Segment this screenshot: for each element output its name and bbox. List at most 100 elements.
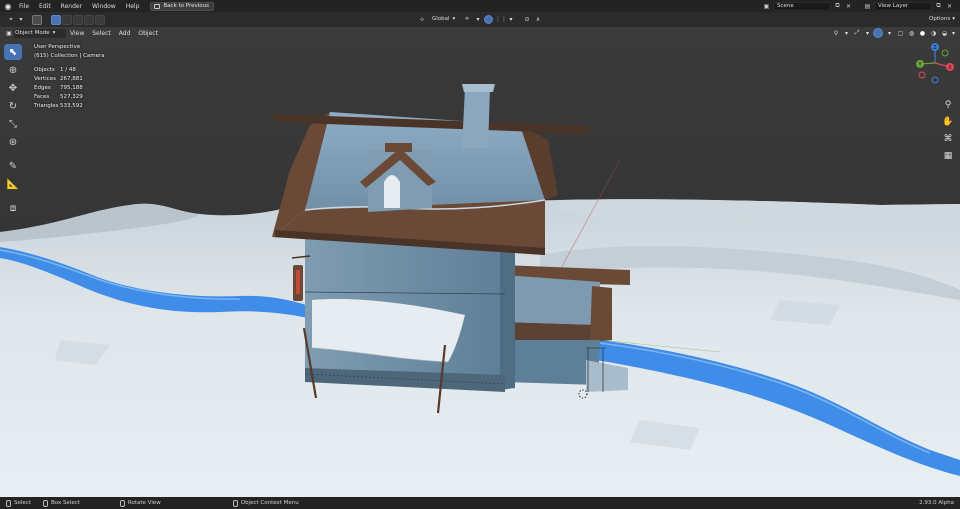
mode-difference-icon[interactable] <box>84 14 94 25</box>
collection-info: (615) Collection | Camera <box>34 53 105 59</box>
gizmo-icon[interactable]: ⤢ <box>852 28 862 38</box>
proportional-edit-icon[interactable]: ⊙ <box>523 14 531 24</box>
view-layer-icon[interactable]: ▤ <box>863 2 872 10</box>
editor-type-icon[interactable]: ⌖ <box>4 15 18 25</box>
mode-dropdown[interactable]: Object Mode ▾ <box>14 28 66 38</box>
navigation-buttons: ⚲ ✋ ⌘ ▦ <box>941 98 955 163</box>
menu-edit[interactable]: Edit <box>34 3 56 10</box>
add-cube-icon[interactable]: ⧈ <box>4 200 22 216</box>
scale-icon[interactable]: ⤡ <box>4 116 22 132</box>
annex-roof-edge <box>505 322 600 340</box>
menu-render[interactable]: Render <box>56 3 87 10</box>
grid-icon[interactable]: ▦ <box>941 149 955 163</box>
options-dropdown[interactable]: Options ▾ <box>926 14 956 23</box>
camera-icon[interactable]: ⌘ <box>941 132 955 146</box>
menu-window[interactable]: Window <box>87 3 121 10</box>
annex-roof-snow <box>505 275 600 325</box>
mouse-right-icon <box>232 499 238 507</box>
transform-icon[interactable]: ⊛ <box>4 134 22 150</box>
sign-emblem <box>296 270 300 294</box>
status-box-select-label: Box Select <box>50 500 80 506</box>
stat-label: Objects <box>34 67 55 73</box>
chevron-down-icon[interactable]: ▾ <box>844 28 849 38</box>
chimney <box>462 88 490 148</box>
measure-icon[interactable]: 📐 <box>4 176 22 192</box>
blender-logo-icon[interactable]: ◉ <box>2 0 14 12</box>
rendered-shading-icon[interactable]: ◒ <box>940 28 949 38</box>
overlays-icon[interactable] <box>873 28 883 38</box>
pivot-icon[interactable]: ⟡ <box>462 14 472 24</box>
stat-row: Faces 527,329 <box>34 93 105 102</box>
select-box-icon[interactable]: ⬉ <box>4 44 22 60</box>
menu-view[interactable]: View <box>66 30 88 37</box>
orientation-icon[interactable]: ⊹ <box>418 14 426 24</box>
options-area: Options ▾ <box>926 14 956 23</box>
view-layer-field[interactable]: View Layer <box>874 1 932 11</box>
navigation-gizmo[interactable]: Z X Y <box>912 40 958 86</box>
new-scene-icon[interactable]: ⧉ <box>833 2 842 10</box>
back-to-previous-button[interactable]: Back to Previous <box>150 1 215 11</box>
rotate-icon[interactable]: ↻ <box>4 98 22 114</box>
mode-extend-icon[interactable] <box>62 14 72 25</box>
visibility-icon[interactable]: ⚲ <box>831 28 841 38</box>
menu-file[interactable]: File <box>14 3 34 10</box>
viewport-display-controls: ⚲ ▾ ⤢ ▾ ▾ <box>831 28 892 38</box>
mouse-left-icon <box>6 499 11 507</box>
stat-value: 527,329 <box>60 94 83 100</box>
orientation-dropdown[interactable]: Global ▾ <box>429 14 459 24</box>
falloff-icon[interactable]: ∧ <box>534 14 542 24</box>
stat-value: 795,188 <box>60 85 83 91</box>
options-label: Options <box>929 15 951 22</box>
neg-z-axis-icon[interactable] <box>931 76 939 84</box>
menu-select[interactable]: Select <box>88 30 115 37</box>
scene-controls: ▣ Scene ⧉ ✕ ▤ View Layer ⧉ ✕ <box>762 0 960 12</box>
hand-icon[interactable]: ✋ <box>941 115 955 129</box>
material-shading-icon[interactable]: ◑ <box>929 28 938 38</box>
mode-subtract-icon[interactable] <box>73 14 83 25</box>
chevron-down-icon[interactable]: ▾ <box>887 28 892 38</box>
x-axis-label: X <box>948 65 952 71</box>
neg-x-axis-icon[interactable] <box>918 71 926 79</box>
stat-value: 1 / 48 <box>60 67 76 73</box>
annex-wall <box>505 340 600 385</box>
stat-row: Triangles 533,592 <box>34 102 105 111</box>
wireframe-shading-icon[interactable]: ◍ <box>907 28 916 38</box>
menu-object[interactable]: Object <box>134 30 162 37</box>
stat-label: Edges <box>34 85 51 91</box>
active-tool-cursor-icon[interactable] <box>32 14 42 25</box>
move-icon[interactable]: ✥ <box>4 80 22 96</box>
snap-icon[interactable] <box>484 14 493 24</box>
cursor-icon[interactable]: ⊕ <box>4 62 22 78</box>
chimney-cap <box>462 84 495 92</box>
chevron-down-icon[interactable]: ▾ <box>18 15 24 25</box>
zoom-icon[interactable]: ⚲ <box>941 98 955 112</box>
chevron-down-icon[interactable]: ▾ <box>508 14 514 24</box>
xray-icon[interactable]: ▢ <box>896 28 905 38</box>
dormer-window <box>384 175 400 208</box>
scene-field[interactable]: Scene <box>773 1 831 11</box>
neg-y-axis-icon[interactable] <box>941 49 949 57</box>
status-select: Select <box>6 499 31 507</box>
main-wall-side <box>500 248 515 390</box>
delete-scene-icon[interactable]: ✕ <box>844 2 853 10</box>
shading-controls: ▢ ◍ ● ◑ ◒ ▾ <box>896 28 956 38</box>
mode-new-icon[interactable] <box>51 14 61 25</box>
window-icon <box>154 3 161 9</box>
new-view-layer-icon[interactable]: ⧉ <box>934 2 943 10</box>
mouse-middle-icon <box>119 499 125 507</box>
chevron-down-icon[interactable]: ▾ <box>475 14 481 24</box>
solid-shading-icon[interactable]: ● <box>918 28 927 38</box>
mode-intersect-icon[interactable] <box>95 14 105 25</box>
annotate-icon[interactable]: ✎ <box>4 158 22 174</box>
delete-view-layer-icon[interactable]: ✕ <box>945 2 954 10</box>
object-mode-icon[interactable]: ▣ <box>4 28 14 38</box>
menu-add[interactable]: Add <box>115 30 135 37</box>
snap-grid-icon[interactable]: ⋮⋮ <box>495 14 507 24</box>
chevron-down-icon[interactable]: ▾ <box>865 28 870 38</box>
scene-icon[interactable]: ▣ <box>762 2 771 10</box>
stat-label: Vertices <box>34 76 56 82</box>
mode-label: Object Mode <box>15 30 50 36</box>
menu-help[interactable]: Help <box>121 3 145 10</box>
3d-viewport[interactable] <box>0 27 960 497</box>
chevron-down-icon[interactable]: ▾ <box>951 28 956 38</box>
